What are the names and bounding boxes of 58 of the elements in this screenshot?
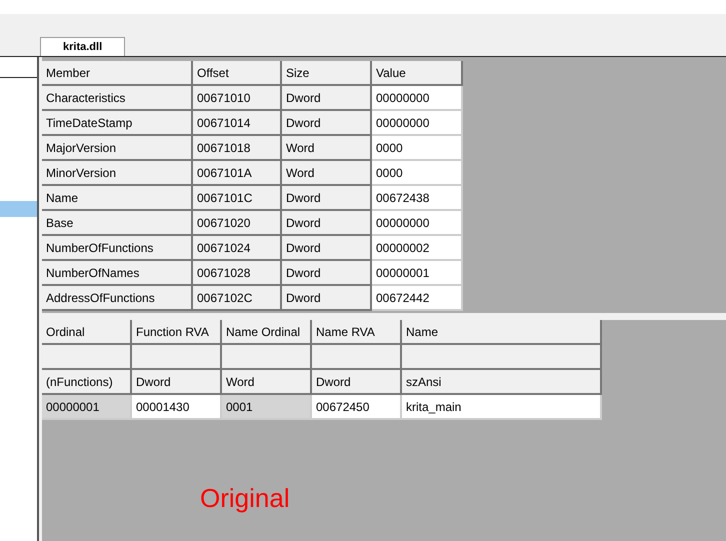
table-cell: 0001 (222, 395, 312, 420)
table-cell: 00671028 (193, 261, 282, 286)
type-cell: szAnsi (402, 370, 602, 395)
column-header[interactable]: Offset (193, 61, 282, 86)
table-cell: 00671014 (193, 111, 282, 136)
type-cell: (nFunctions) (42, 370, 132, 395)
table-cell: Dword (282, 211, 372, 236)
table-cell: 0067102C (193, 286, 282, 311)
table-cell: Word (282, 136, 372, 161)
table-cell: NumberOfNames (42, 261, 193, 286)
column-header[interactable]: Function RVA (132, 320, 222, 345)
table-cell: 00671018 (193, 136, 282, 161)
selection-highlight[interactable] (0, 201, 37, 217)
type-cell: Word (222, 370, 312, 395)
table-cell: 00672438 (372, 186, 463, 211)
table-cell: Name (42, 186, 193, 211)
table-cell: 00672442 (372, 286, 463, 311)
table-cell: 0067101A (193, 161, 282, 186)
table-cell: 00671020 (193, 211, 282, 236)
table-cell: Dword (282, 286, 372, 311)
table-cell: 00000001 (372, 261, 463, 286)
file-tab[interactable]: krita.dll (40, 37, 126, 56)
table-cell: Characteristics (42, 86, 193, 111)
table-cell: 00000000 (372, 211, 463, 236)
table-cell: Dword (282, 86, 372, 111)
column-header[interactable]: Value (372, 61, 463, 86)
table-cell: 00000001 (42, 395, 132, 420)
table-cell: 00672450 (312, 395, 402, 420)
table-cell: 0000 (372, 161, 463, 186)
table-cell: AddressOfFunctions (42, 286, 193, 311)
table-cell: MajorVersion (42, 136, 193, 161)
table-cell: MinorVersion (42, 161, 193, 186)
table-cell: 0067101C (193, 186, 282, 211)
type-cell: Dword (312, 370, 402, 395)
table-cell: Dword (282, 261, 372, 286)
table-cell: Dword (282, 186, 372, 211)
table-cell: Dword (282, 236, 372, 261)
caption-text: Original (200, 483, 290, 514)
table-cell: 00000000 (372, 111, 463, 136)
table-cell: 00000000 (372, 86, 463, 111)
column-header[interactable]: Member (42, 61, 193, 86)
table-cell: 00671010 (193, 86, 282, 111)
table-cell: Word (282, 161, 372, 186)
column-header[interactable]: Size (282, 61, 372, 86)
column-header[interactable]: Name Ordinal (222, 320, 312, 345)
table-cell: 00000002 (372, 236, 463, 261)
type-cell: Dword (132, 370, 222, 395)
table-cell: TimeDateStamp (42, 111, 193, 136)
column-header[interactable]: Name (402, 320, 602, 345)
table-cell: NumberOfFunctions (42, 236, 193, 261)
table-cell: 00671024 (193, 236, 282, 261)
column-header[interactable]: Name RVA (312, 320, 402, 345)
table-cell: 0000 (372, 136, 463, 161)
table-cell: Base (42, 211, 193, 236)
column-header[interactable]: Ordinal (42, 320, 132, 345)
table-cell: krita_main (402, 395, 602, 420)
table-cell: Dword (282, 111, 372, 136)
table-cell: 00001430 (132, 395, 222, 420)
